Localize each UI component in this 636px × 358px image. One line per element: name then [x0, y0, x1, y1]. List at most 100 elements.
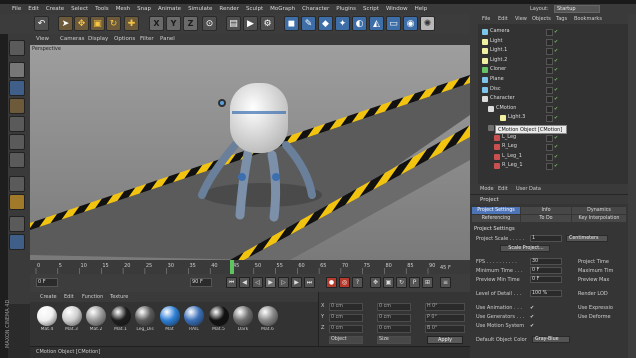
live-selection-icon[interactable]: ✚	[124, 16, 139, 31]
object-row[interactable]: Light.1 ✔	[478, 47, 628, 56]
attr-menu-user-data[interactable]: User Data	[516, 186, 541, 192]
project-scale-unit-dropdown[interactable]: Centimeters	[566, 235, 608, 242]
points-mode-icon[interactable]	[9, 116, 25, 132]
spline-pen-icon[interactable]: ✎	[301, 16, 316, 31]
menu-select[interactable]: Select	[71, 6, 88, 12]
make-editable-icon[interactable]	[9, 40, 25, 56]
menu-file[interactable]: File	[12, 6, 21, 12]
material-swatch[interactable]: RAIL	[183, 305, 205, 341]
om-menu-objects[interactable]: Objects	[532, 16, 551, 22]
enabled-checkmark-icon[interactable]: ✔	[554, 39, 558, 45]
key-pla-icon[interactable]: ⊞	[422, 277, 433, 288]
object-row[interactable]: Light.2 ✔	[478, 57, 628, 66]
mat-menu-edit[interactable]: Edit	[64, 294, 74, 300]
menu-mesh[interactable]: Mesh	[116, 6, 130, 12]
next-frame-icon[interactable]: ▷	[278, 277, 289, 288]
key-position-icon[interactable]: ✥	[370, 277, 381, 288]
undo-icon[interactable]: ↶	[34, 16, 49, 31]
material-swatch[interactable]: Mat.1	[110, 305, 132, 341]
material-swatch[interactable]: Mat.6	[257, 305, 279, 341]
visibility-toggle[interactable]	[546, 57, 553, 65]
visibility-toggle[interactable]	[546, 144, 553, 152]
mat-menu-create[interactable]: Create	[40, 294, 57, 300]
use-animation-checkbox[interactable]: ✔	[530, 305, 534, 311]
select-arrow-icon[interactable]: ➤	[58, 16, 73, 31]
om-menu-bookmarks[interactable]: Bookmarks	[574, 16, 602, 22]
tab-project-settings[interactable]: Project Settings	[472, 207, 520, 214]
polygons-mode-icon[interactable]	[9, 152, 25, 168]
object-row[interactable]: CMotion ✔	[478, 105, 628, 114]
key-rotation-icon[interactable]: ↻	[396, 277, 407, 288]
tab-key-interpolation[interactable]: Key Interpolation	[572, 215, 626, 222]
visibility-toggle[interactable]	[546, 86, 553, 94]
menu-animate[interactable]: Animate	[158, 6, 181, 12]
material-swatch[interactable]: Mat	[159, 305, 181, 341]
enabled-checkmark-icon[interactable]: ✔	[554, 29, 558, 35]
menu-tools[interactable]: Tools	[95, 6, 109, 12]
enabled-checkmark-icon[interactable]: ✔	[554, 58, 558, 64]
render-settings-icon[interactable]: ⚙	[260, 16, 275, 31]
object-row[interactable]: Character ✔	[478, 95, 628, 104]
prev-frame-icon[interactable]: ◁	[252, 277, 263, 288]
project-scale-field[interactable]: 1	[530, 235, 562, 242]
z-axis-toggle[interactable]: Z	[183, 16, 198, 31]
nurbs-icon[interactable]: ◆	[318, 16, 333, 31]
play-icon[interactable]: ▶	[265, 277, 276, 288]
visibility-toggle[interactable]	[546, 77, 553, 84]
viewport-menu-options[interactable]: Options	[114, 36, 135, 42]
min-time-field[interactable]: 0 F	[530, 267, 562, 274]
enabled-checkmark-icon[interactable]: ✔	[554, 154, 558, 160]
fps-field[interactable]: 30	[530, 258, 562, 265]
object-row[interactable]: Cloner ✔	[478, 66, 628, 75]
object-row[interactable]: Light ✔	[478, 38, 628, 47]
3d-viewport[interactable]: Perspective	[30, 45, 470, 260]
visibility-toggle[interactable]	[546, 38, 553, 46]
object-row[interactable]: R_Leg_1 ✔	[478, 162, 628, 171]
material-swatch[interactable]: Mat.3	[61, 305, 83, 341]
texture-mode-icon[interactable]	[9, 80, 25, 96]
move-icon[interactable]: ✥	[74, 16, 89, 31]
key-scale-icon[interactable]: ▣	[383, 277, 394, 288]
material-swatch[interactable]: Mat.5	[208, 305, 230, 341]
x-axis-toggle[interactable]: X	[149, 16, 164, 31]
prev-key-icon[interactable]: ◀	[239, 277, 250, 288]
enabled-checkmark-icon[interactable]: ✔	[554, 106, 558, 112]
model-mode-icon[interactable]	[9, 62, 25, 78]
default-color-dropdown[interactable]: Gray-Blue	[532, 336, 570, 343]
light-icon[interactable]: ✺	[420, 16, 435, 31]
viewport-menu-panel[interactable]: Panel	[160, 36, 175, 42]
deformer-icon[interactable]: ◐	[352, 16, 367, 31]
visibility-toggle[interactable]	[546, 48, 553, 56]
timeline-playhead[interactable]	[230, 260, 234, 274]
menu-simulate[interactable]: Simulate	[188, 6, 212, 12]
om-menu-file[interactable]: File	[482, 16, 490, 22]
enabled-checkmark-icon[interactable]: ✔	[554, 163, 558, 169]
tab-info[interactable]: Info	[521, 207, 571, 214]
viewport-menu-display[interactable]: Display	[88, 36, 108, 42]
menu-mograph[interactable]: MoGraph	[270, 6, 295, 12]
go-to-start-icon[interactable]: ⏮	[226, 277, 237, 288]
object-row[interactable]: Plane ✔	[478, 76, 628, 85]
tab-referencing[interactable]: Referencing	[472, 215, 520, 222]
workplane-lock-icon[interactable]	[9, 234, 25, 250]
menu-character[interactable]: Character	[302, 6, 329, 12]
use-motion-checkbox[interactable]: ✔	[530, 323, 534, 329]
object-row[interactable]: R_Leg ✔	[478, 143, 628, 152]
environment-icon[interactable]: ▭	[386, 16, 401, 31]
object-row[interactable]: Disc ✔	[478, 86, 628, 95]
om-menu-tags[interactable]: Tags	[556, 16, 567, 22]
timeline-ruler[interactable]: 0 5 10 15 20 25 30 35 40 45 50 55 60 65 70 75 80 85 90 45 F	[30, 260, 470, 274]
visibility-toggle[interactable]	[546, 153, 553, 161]
viewport-menu-cameras[interactable]: Cameras	[60, 36, 84, 42]
visibility-toggle[interactable]	[546, 105, 553, 113]
attr-menu-mode[interactable]: Mode	[480, 186, 494, 192]
snap-magnet-icon[interactable]	[9, 194, 25, 210]
camera-icon[interactable]: ◉	[403, 16, 418, 31]
scale-project-button[interactable]: Scale Project...	[500, 245, 550, 252]
attr-menu-edit[interactable]: Edit	[498, 186, 508, 192]
coordinate-system-icon[interactable]: ⊙	[202, 16, 217, 31]
rotate-icon[interactable]: ↻	[106, 16, 121, 31]
end-frame-field[interactable]: 90 F	[190, 278, 212, 287]
viewport-menu-view[interactable]: View	[36, 36, 49, 42]
lod-field[interactable]: 100 %	[530, 290, 562, 297]
